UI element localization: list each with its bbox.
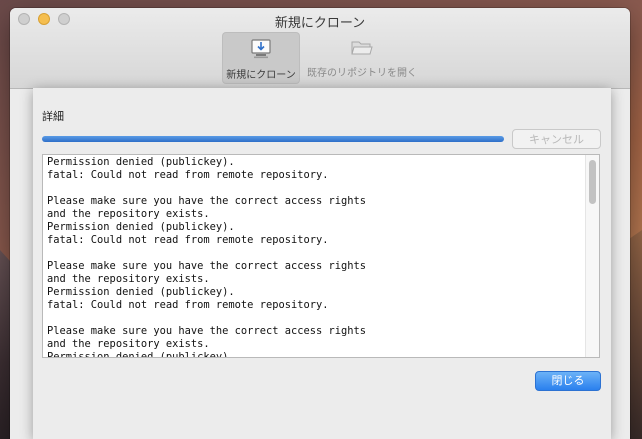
clone-window: 新規にクローン 新規にクローン 既存のリポジトリを開く 詳細 キャンセル Per… xyxy=(10,8,630,439)
toolbar-tab-open-existing[interactable]: 既存のリポジトリを開く xyxy=(300,32,424,84)
log-text: Permission denied (publickey). fatal: Co… xyxy=(47,156,367,358)
log-scrollbar[interactable] xyxy=(585,155,599,357)
toolbar-tab-label: 既存のリポジトリを開く xyxy=(307,68,417,79)
log-output[interactable]: Permission denied (publickey). fatal: Co… xyxy=(42,154,600,358)
detail-label: 詳細 xyxy=(42,110,64,123)
folder-open-icon xyxy=(300,38,424,58)
download-to-computer-icon xyxy=(222,38,300,60)
toolbar-tab-label: 新規にクローン xyxy=(226,70,296,81)
window-title: 新規にクローン xyxy=(274,16,366,31)
titlebar: 新規にクローン 新規にクローン 既存のリポジトリを開く xyxy=(10,8,630,89)
clone-progress-sheet: 詳細 キャンセル Permission denied (publickey). … xyxy=(33,88,611,439)
toolbar-tab-new-clone[interactable]: 新規にクローン xyxy=(222,32,300,84)
close-button[interactable]: 閉じる xyxy=(535,371,601,391)
cancel-button[interactable]: キャンセル xyxy=(512,129,601,149)
scroll-thumb[interactable] xyxy=(589,160,596,204)
progress-bar xyxy=(42,136,504,142)
